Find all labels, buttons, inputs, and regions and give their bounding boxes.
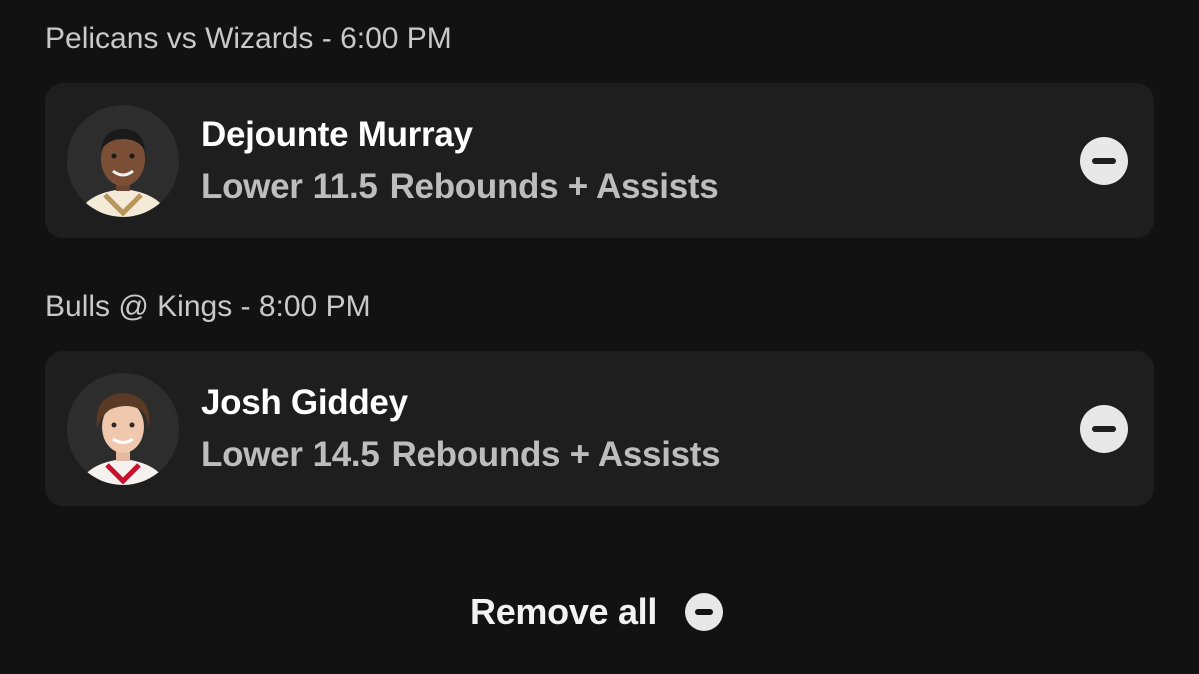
game-header: Bulls @ Kings - 8:00 PM [45,290,371,323]
pick-direction: Lower [201,435,303,474]
game-header: Pelicans vs Wizards - 6:00 PM [45,22,452,55]
pick-card[interactable]: Dejounte Murray Lower 11.5 Rebounds + Assi… [45,83,1154,238]
avatar [67,373,179,485]
remove-all-label: Remove all [470,591,658,632]
pick-stat: Rebounds + Assists [389,167,719,206]
pick-line: Lower 11.5 Rebounds + Assists [201,167,719,206]
player-headshot-icon [67,105,179,217]
pick-card[interactable]: Josh Giddey Lower 14.5 Rebounds + Assists [45,351,1154,506]
player-name: Josh Giddey [201,383,408,422]
pick-stat: Rebounds + Assists [391,435,721,474]
pick-line-value: 14.5 [312,435,380,474]
minus-icon [1092,426,1116,432]
pick-line-value: 11.5 [312,167,378,206]
pick-line: Lower 14.5 Rebounds + Assists [201,435,721,474]
minus-icon [1092,158,1116,164]
player-headshot-icon [67,373,179,485]
avatar [67,105,179,217]
remove-pick-button[interactable] [1080,405,1128,453]
player-name: Dejounte Murray [201,115,473,154]
remove-pick-button[interactable] [1080,137,1128,185]
remove-all-button[interactable]: Remove all [470,590,724,634]
minus-icon [695,609,714,615]
pick-direction: Lower [201,167,303,206]
minus-circle-icon [685,593,724,631]
